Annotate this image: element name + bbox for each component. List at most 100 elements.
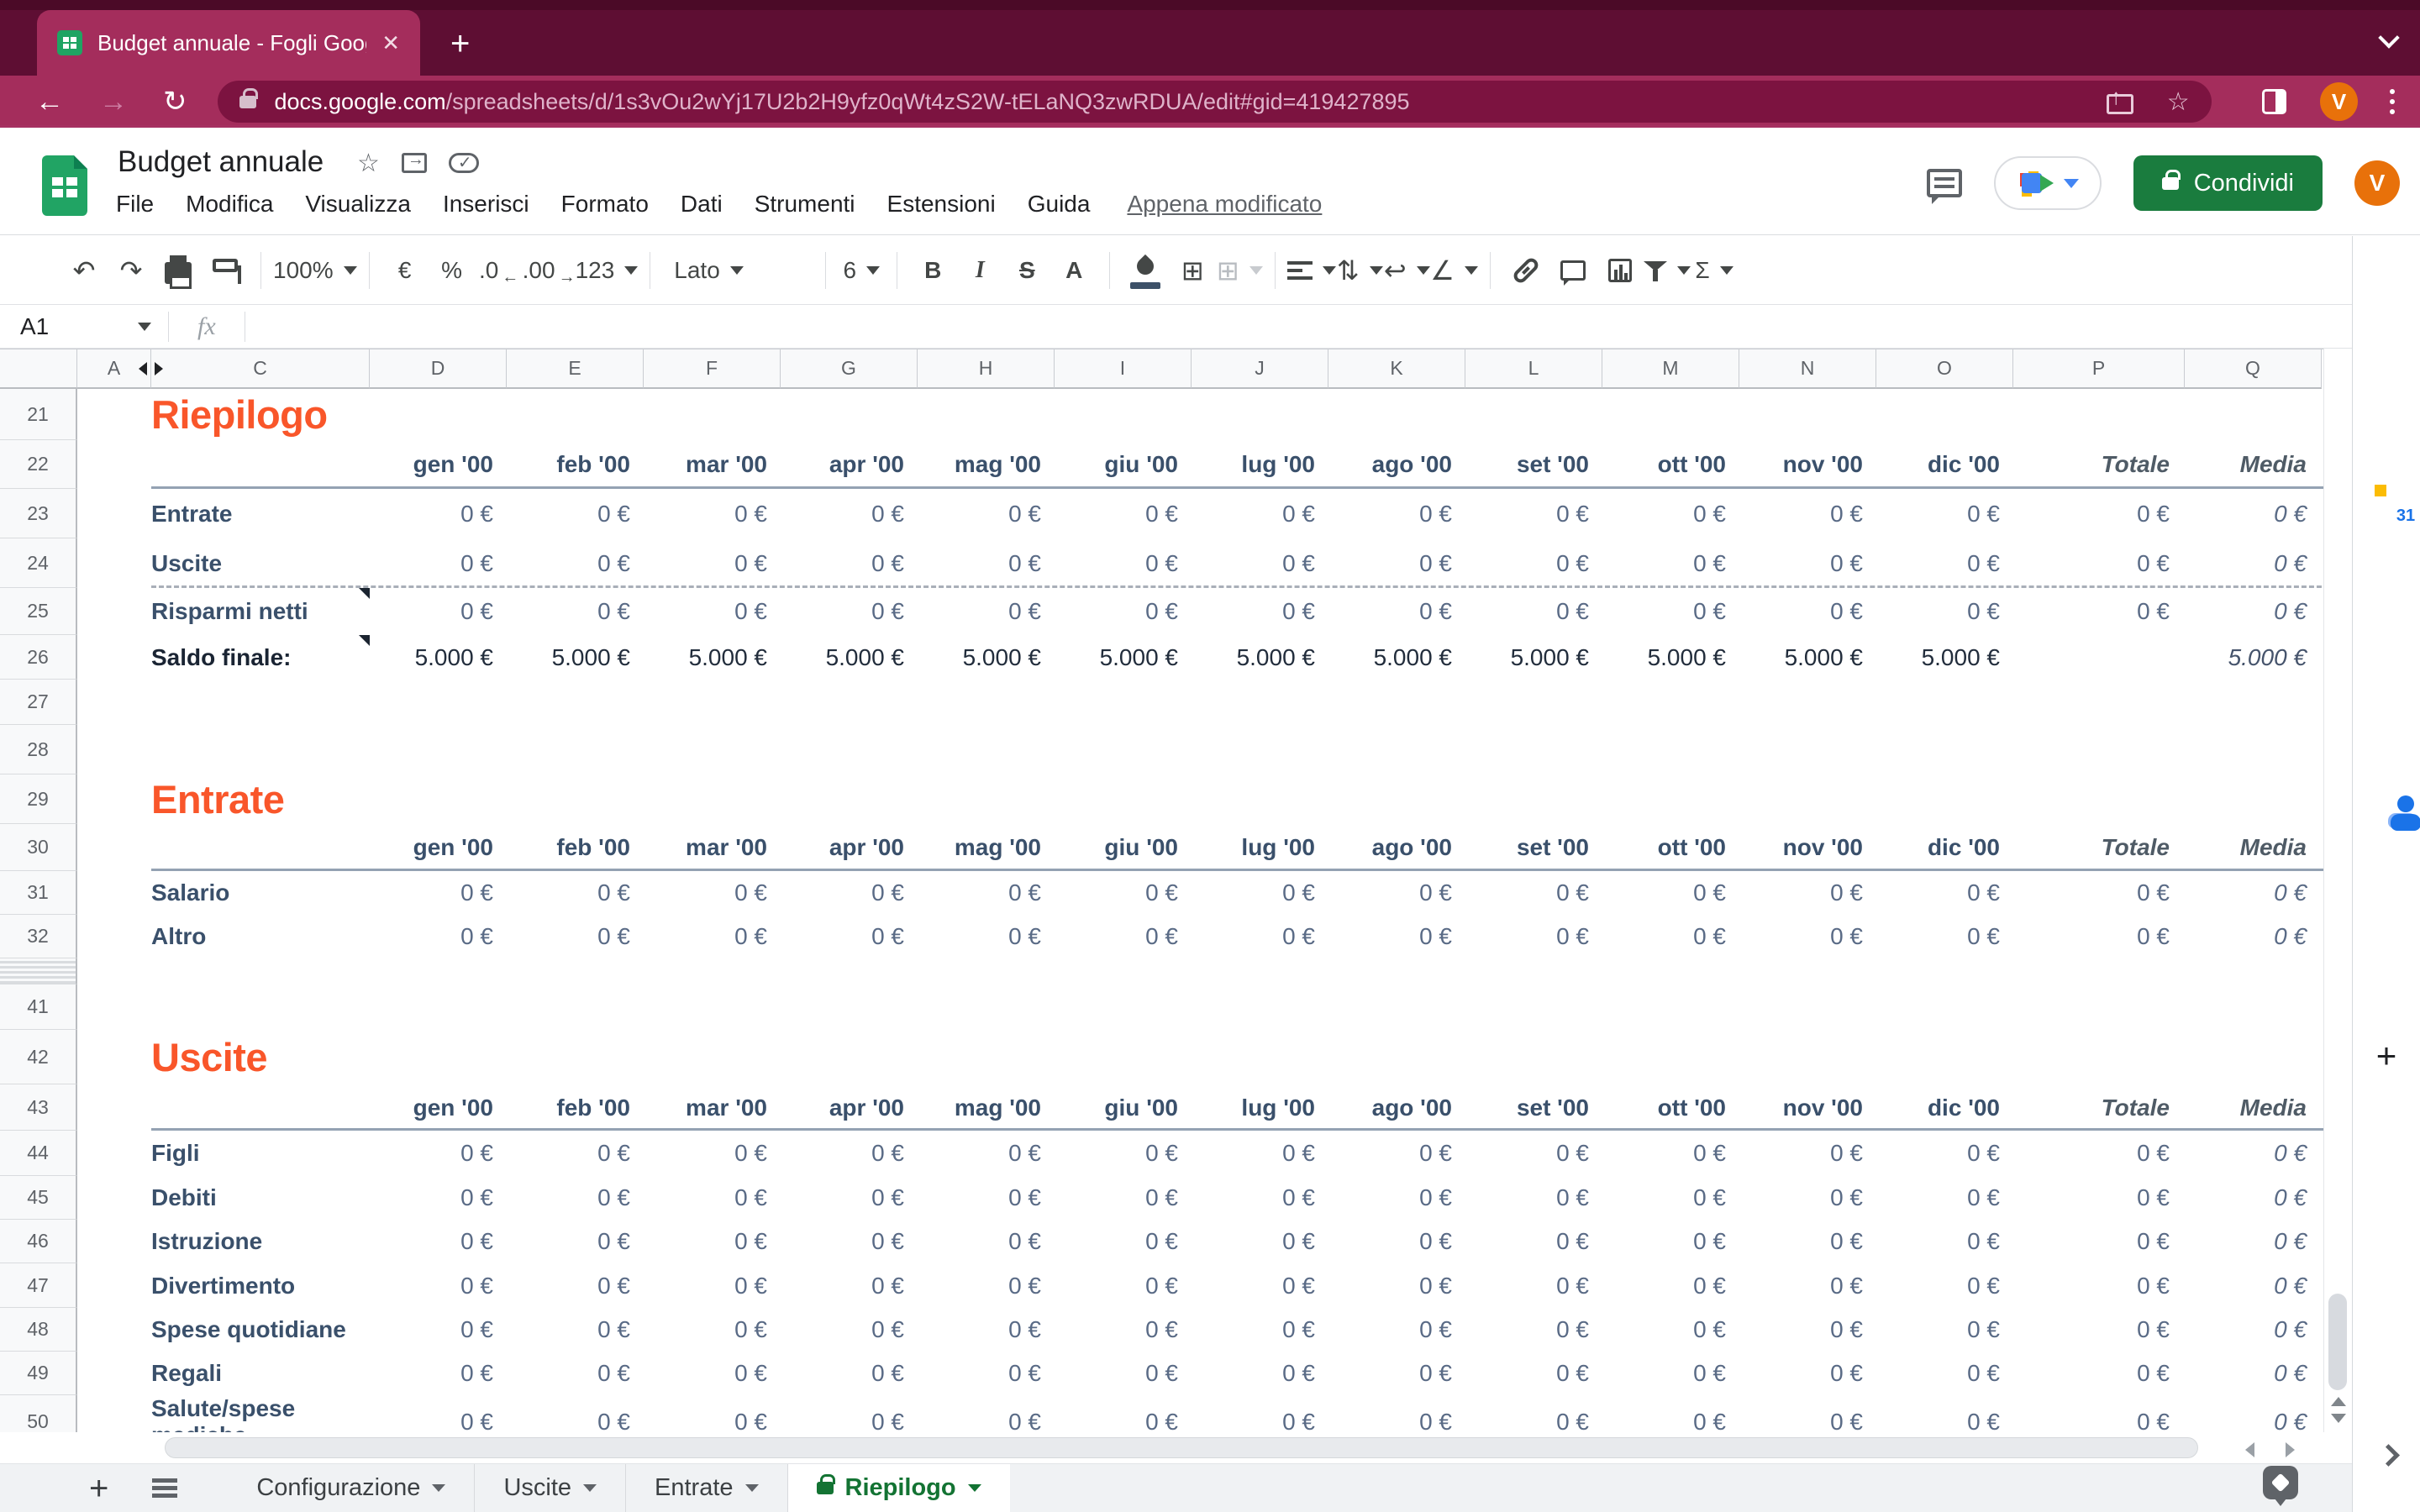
cell[interactable]: 0 € <box>1739 588 1876 635</box>
cell[interactable]: mar '00 <box>644 824 781 871</box>
cell[interactable] <box>77 725 151 774</box>
cell[interactable]: 0 € <box>1465 1263 1602 1308</box>
cell[interactable]: 0 € <box>1876 588 2013 635</box>
comment-history-icon[interactable] <box>1927 169 1962 197</box>
section-title[interactable]: Uscite <box>151 1030 2322 1084</box>
scroll-right-icon[interactable] <box>2286 1442 2295 1457</box>
cell[interactable]: 0 € <box>1739 1131 1876 1176</box>
address-bar[interactable]: docs.google.com/spreadsheets/d/1s3vOu2wY… <box>218 81 2212 123</box>
cell[interactable]: apr '00 <box>781 440 918 489</box>
cell[interactable]: 0 € <box>644 538 781 588</box>
cell[interactable]: nov '00 <box>1739 440 1876 489</box>
scroll-up-icon[interactable] <box>2331 1397 2346 1406</box>
scroll-left-icon[interactable] <box>2245 1442 2254 1457</box>
row-header[interactable]: 29 <box>0 774 77 824</box>
cell[interactable]: 0 € <box>1192 1220 1328 1263</box>
row-header[interactable]: 26 <box>0 635 77 680</box>
column-header-I[interactable]: I <box>1055 349 1192 389</box>
bold-button[interactable]: B <box>909 247 956 294</box>
cell[interactable]: 0 € <box>1602 588 1739 635</box>
cell[interactable]: 0 € <box>1192 588 1328 635</box>
cell[interactable]: 0 € <box>2185 1263 2322 1308</box>
cell[interactable]: 0 € <box>370 1220 507 1263</box>
cell[interactable]: 0 € <box>1465 915 1602 958</box>
column-header-O[interactable]: O <box>1876 349 2013 389</box>
cell[interactable]: feb '00 <box>507 1084 644 1131</box>
meet-button[interactable] <box>1994 156 2102 210</box>
share-button[interactable]: Condividi <box>2133 155 2323 211</box>
cell[interactable]: mar '00 <box>644 1084 781 1131</box>
cell[interactable]: 0 € <box>2013 538 2185 588</box>
cell[interactable]: mar '00 <box>644 440 781 489</box>
column-header-L[interactable]: L <box>1465 349 1602 389</box>
cell[interactable]: Salario <box>151 871 370 915</box>
sheet-tab-configurazione[interactable]: Configurazione <box>228 1464 475 1512</box>
all-sheets-icon[interactable] <box>152 1478 177 1499</box>
cell[interactable]: 0 € <box>781 538 918 588</box>
menu-guida[interactable]: Guida <box>1028 191 1091 218</box>
cell[interactable]: 5.000 € <box>781 635 918 680</box>
cell[interactable]: 0 € <box>2185 588 2322 635</box>
row-header[interactable]: 22 <box>0 440 77 489</box>
paint-format-button[interactable] <box>202 247 249 294</box>
sheet-tab-caret-icon[interactable] <box>583 1484 597 1492</box>
cell[interactable]: 0 € <box>1602 1263 1739 1308</box>
cell[interactable]: 0 € <box>1739 1220 1876 1263</box>
row-header[interactable]: 23 <box>0 489 77 538</box>
reload-icon[interactable]: ↻ <box>163 85 187 118</box>
cell[interactable]: 0 € <box>370 1263 507 1308</box>
cell[interactable] <box>77 389 151 440</box>
cell[interactable]: 0 € <box>1192 915 1328 958</box>
cell[interactable]: 0 € <box>644 489 781 538</box>
cell[interactable]: 0 € <box>370 1131 507 1176</box>
row-header[interactable] <box>0 958 77 984</box>
cell[interactable]: 0 € <box>1876 1352 2013 1395</box>
cell[interactable]: 0 € <box>1739 871 1876 915</box>
cell[interactable]: 0 € <box>1055 915 1192 958</box>
cell[interactable]: 0 € <box>918 588 1055 635</box>
cell[interactable]: lug '00 <box>1192 1084 1328 1131</box>
cell[interactable]: mag '00 <box>918 440 1055 489</box>
cell[interactable]: Uscite <box>151 538 370 588</box>
cell[interactable]: 0 € <box>2013 915 2185 958</box>
cell[interactable]: 0 € <box>2185 1308 2322 1352</box>
cell[interactable]: giu '00 <box>1055 824 1192 871</box>
cell[interactable]: lug '00 <box>1192 440 1328 489</box>
cell[interactable]: giu '00 <box>1055 1084 1192 1131</box>
column-header-J[interactable]: J <box>1192 349 1328 389</box>
cell[interactable]: 0 € <box>1876 1220 2013 1263</box>
cell[interactable]: Istruzione <box>151 1220 370 1263</box>
column-header-M[interactable]: M <box>1602 349 1739 389</box>
hidden-cols-expand-left-icon[interactable] <box>139 362 147 375</box>
row-header[interactable]: 43 <box>0 1084 77 1131</box>
cell[interactable]: 0 € <box>781 1176 918 1220</box>
cell[interactable]: Divertimento <box>151 1263 370 1308</box>
cell[interactable]: 0 € <box>2185 1352 2322 1395</box>
cell[interactable]: 0 € <box>507 1176 644 1220</box>
vertical-align-button[interactable]: ⇅ <box>1336 247 1383 294</box>
cell[interactable]: 0 € <box>1328 1176 1465 1220</box>
row-header[interactable]: 27 <box>0 680 77 725</box>
sheets-logo-icon[interactable] <box>42 155 87 216</box>
cell[interactable]: apr '00 <box>781 1084 918 1131</box>
column-header-H[interactable]: H <box>918 349 1055 389</box>
cell[interactable]: 0 € <box>370 1395 507 1432</box>
cell[interactable] <box>77 774 151 824</box>
cell[interactable] <box>77 1084 151 1131</box>
cell[interactable]: nov '00 <box>1739 824 1876 871</box>
cell[interactable]: 0 € <box>1602 1352 1739 1395</box>
cell[interactable]: 0 € <box>918 1308 1055 1352</box>
row-header[interactable]: 46 <box>0 1220 77 1263</box>
cell[interactable]: 5.000 € <box>1055 635 1192 680</box>
cell[interactable]: 0 € <box>507 489 644 538</box>
cell[interactable]: Risparmi netti <box>151 588 370 635</box>
cell[interactable]: 0 € <box>507 1308 644 1352</box>
cell[interactable]: 0 € <box>1465 1131 1602 1176</box>
fill-color-button[interactable] <box>1122 247 1169 294</box>
cell[interactable]: 5.000 € <box>1192 635 1328 680</box>
column-header-D[interactable]: D <box>370 349 507 389</box>
cell[interactable]: 0 € <box>1328 1395 1465 1432</box>
row-header[interactable]: 47 <box>0 1263 77 1308</box>
cell[interactable]: 5.000 € <box>644 635 781 680</box>
cell[interactable]: Regali <box>151 1352 370 1395</box>
